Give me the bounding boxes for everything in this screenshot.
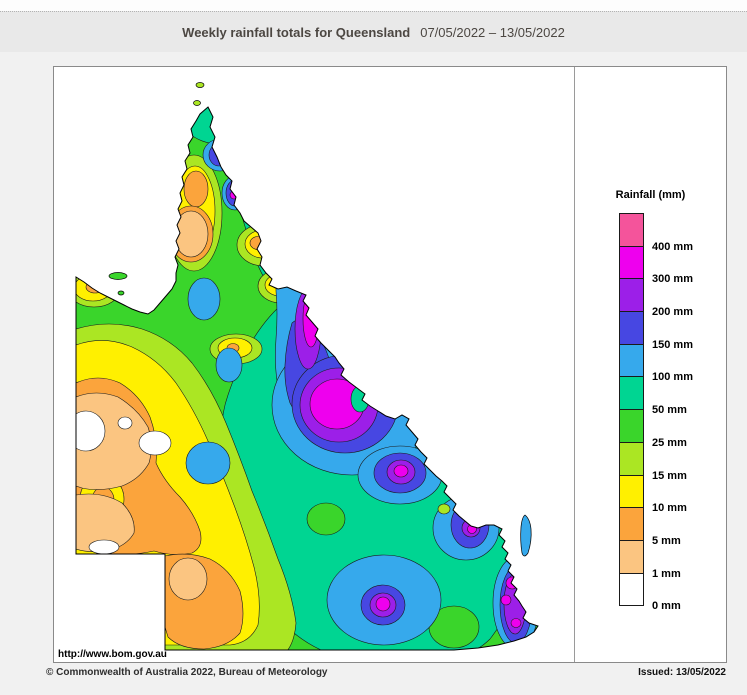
legend-band: 100 mm [619, 343, 693, 383]
legend-band-label: 5 mm [652, 534, 681, 547]
legend-swatch-0 [620, 573, 643, 606]
legend-band: 400 mm [619, 213, 693, 253]
legend-band-label: 200 mm [652, 306, 693, 319]
legend-band: 200 mm [619, 278, 693, 318]
legend-band-label: 50 mm [652, 404, 687, 417]
legend-band-label: 400 mm [652, 240, 693, 253]
legend-band-label: 25 mm [652, 436, 687, 449]
date-range: 07/05/2022 – 13/05/2022 [420, 24, 565, 40]
fraser-island [520, 514, 532, 557]
legend-band: 150 mm [619, 311, 693, 351]
legend-band-label: 1 mm [652, 567, 681, 580]
legend-swatch-50 [620, 377, 643, 410]
legend-swatch-300 [620, 246, 643, 279]
issued-text: Issued: 13/05/2022 [638, 667, 726, 678]
legend-band: 1 mm [619, 539, 681, 580]
legend-band-label: 15 mm [652, 469, 687, 482]
legend-band: 25 mm [619, 409, 687, 449]
legend-band-label: 300 mm [652, 273, 693, 286]
legend-swatch-100 [620, 344, 643, 377]
legend-band: 10 mm [619, 474, 687, 514]
rainfall-map [75, 82, 539, 651]
map-area: http://www.bom.gov.au [54, 67, 575, 662]
legend-swatch-1 [620, 540, 643, 573]
legend-swatch-400 [620, 214, 643, 246]
copyright-text: © Commonwealth of Australia 2022, Bureau… [46, 667, 328, 678]
legend-swatch-5 [620, 508, 643, 540]
legend-band: 300 mm [619, 245, 693, 285]
legend-color-scale: 400 mm 300 mm 200 mm 150 mm 100 mm 50 mm… [619, 213, 693, 612]
legend-band-label: 0 mm [652, 600, 681, 613]
page-title: Weekly rainfall totals for Queensland [182, 24, 411, 40]
map-panel: http://www.bom.gov.au Rainfall (mm) 400 … [53, 66, 727, 663]
legend-swatch-200 [620, 279, 643, 312]
legend-swatch-10 [620, 475, 643, 508]
legend-band: 0 mm [619, 572, 681, 612]
page-background: Weekly rainfall totals for Queensland 07… [0, 0, 747, 695]
header-bar: Weekly rainfall totals for Queensland 07… [0, 11, 747, 52]
legend-swatch-25 [620, 410, 643, 442]
rainfall-contours [76, 107, 538, 650]
legend-band: 15 mm [619, 441, 687, 482]
legend-band-label: 100 mm [652, 371, 693, 384]
legend-title: Rainfall (mm) [615, 189, 686, 201]
legend-panel: Rainfall (mm) 400 mm 300 mm 200 mm 150 m… [575, 67, 726, 662]
legend-swatch-150 [620, 312, 643, 344]
legend-band: 5 mm [619, 507, 681, 547]
legend-band-label: 10 mm [652, 502, 687, 515]
url-watermark: http://www.bom.gov.au [58, 649, 167, 660]
legend-swatch-15 [620, 442, 643, 475]
top-strip [0, 0, 747, 11]
legend-band-label: 150 mm [652, 338, 693, 351]
legend-band: 50 mm [619, 376, 687, 416]
